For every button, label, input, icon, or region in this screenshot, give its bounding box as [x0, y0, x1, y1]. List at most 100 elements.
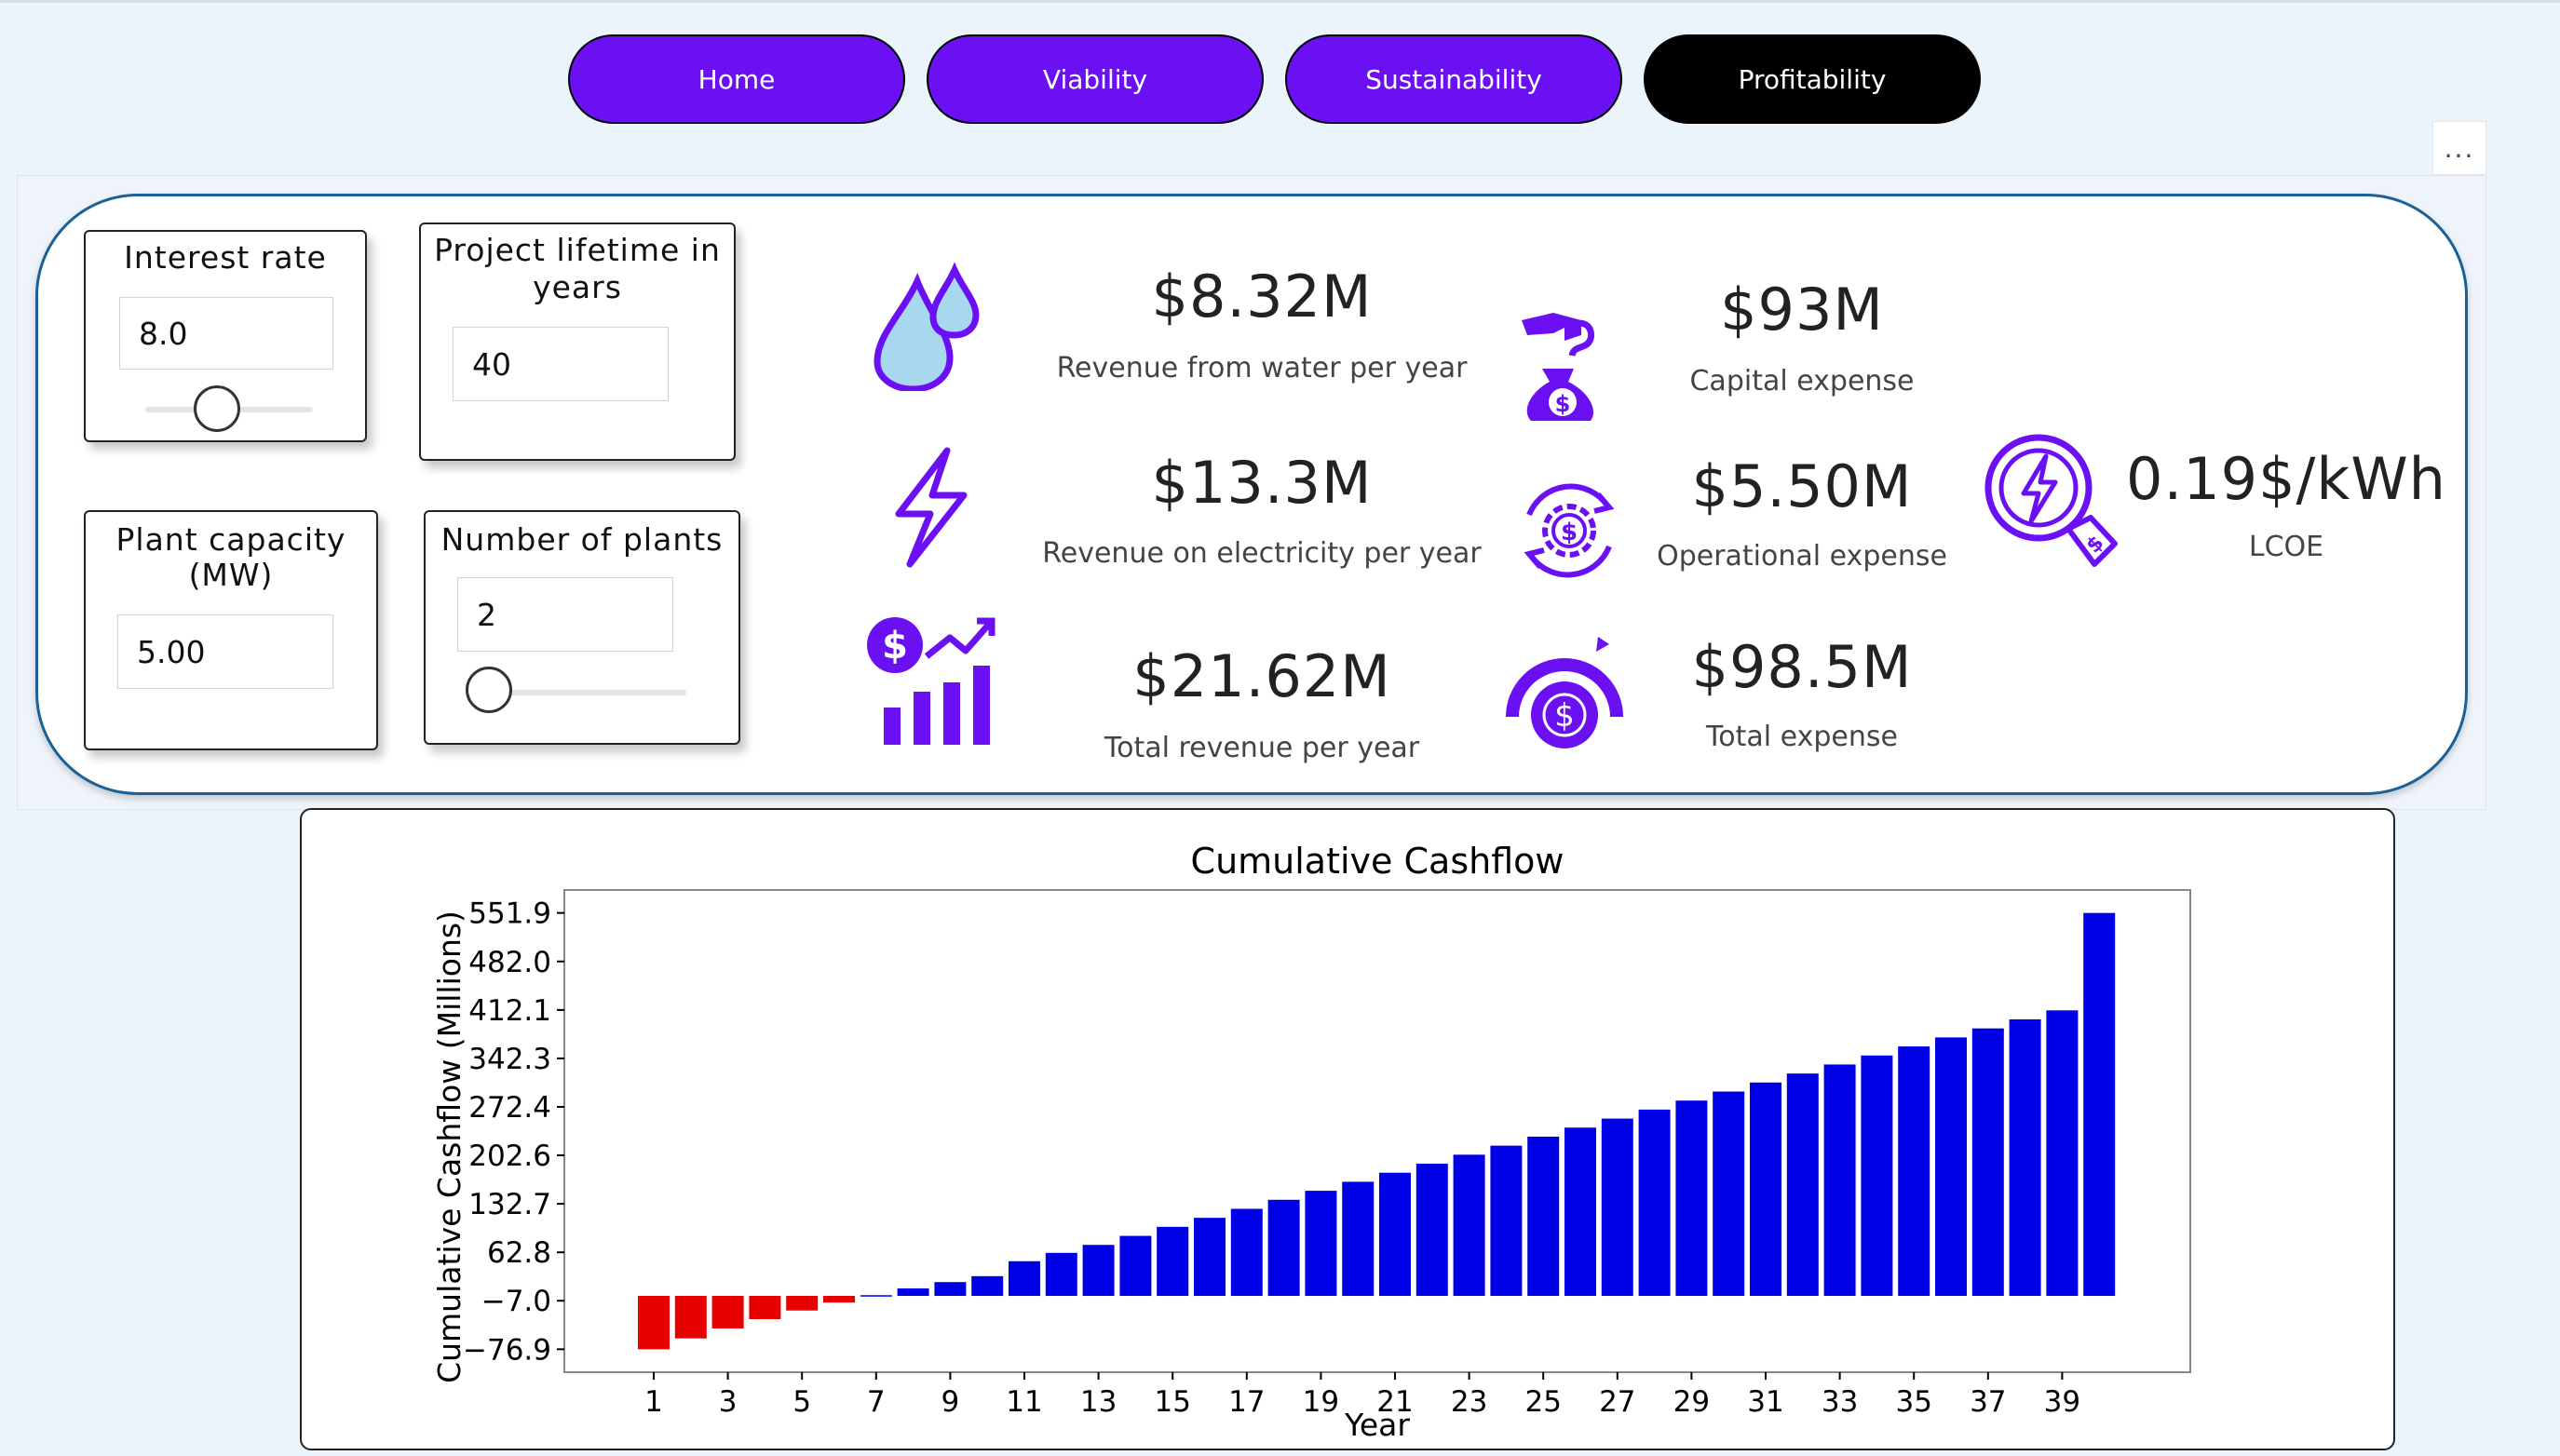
- lcoe-label: LCOE: [2248, 531, 2324, 563]
- cumulative-cashflow-chart: Cumulative Cashflow Cumulative Cashflow …: [431, 841, 2191, 1443]
- project-lifetime-title-line2: years: [533, 269, 622, 305]
- chart-x-tick-label: 33: [1822, 1385, 1858, 1419]
- number-of-plants-card: Number of plants 2: [424, 510, 740, 745]
- chart-x-tick-label: 3: [719, 1385, 738, 1419]
- gear-dollar-cycle-icon: $: [1509, 470, 1630, 595]
- chart-bar-year-9: [934, 1282, 967, 1297]
- chart-bar-year-22: [1415, 1164, 1448, 1297]
- chart-bar-year-17: [1230, 1208, 1263, 1297]
- chart-x-tick-label: 13: [1080, 1385, 1117, 1419]
- chart-x-tick-label: 7: [867, 1385, 886, 1419]
- chart-bar-year-40: [2083, 912, 2116, 1297]
- chart-bar-year-29: [1675, 1100, 1708, 1297]
- chart-x-tick-label: 27: [1599, 1385, 1635, 1419]
- chart-y-tick-label: −76.9: [463, 1333, 551, 1367]
- chart-x-tick-label: 15: [1154, 1385, 1190, 1419]
- chart-bar-year-13: [1082, 1245, 1115, 1297]
- chart-x-tick-label: 31: [1747, 1385, 1783, 1419]
- chart-bar-year-5: [786, 1296, 819, 1311]
- chart-bar-year-16: [1194, 1218, 1226, 1297]
- energy-price-tag-icon: $: [1979, 428, 2119, 581]
- chart-bar-year-31: [1750, 1082, 1781, 1297]
- project-lifetime-title: Project lifetime in: [434, 232, 721, 268]
- top-divider: [0, 0, 2560, 3]
- chart-y-tick-label: 132.7: [468, 1188, 551, 1221]
- chart-x-tick-label: 17: [1228, 1385, 1265, 1419]
- chart-y-tick-label: 62.8: [487, 1236, 551, 1270]
- total-expense-label: Total expense: [1706, 721, 1898, 753]
- revenue-electricity-value: $13.3M: [1151, 449, 1373, 517]
- chart-bar-year-11: [1009, 1261, 1040, 1297]
- svg-text:$: $: [882, 625, 908, 667]
- chart-bar-year-28: [1638, 1109, 1671, 1297]
- project-lifetime-input[interactable]: 40: [453, 327, 669, 401]
- plant-capacity-title: Plant capacity: [115, 521, 346, 558]
- chart-y-axis-label: Cumulative Cashflow (Millions): [431, 910, 467, 1383]
- operational-expense-value: $5.50M: [1691, 452, 1913, 520]
- chart-bar-year-7: [860, 1295, 892, 1297]
- chart-bar-year-24: [1490, 1145, 1523, 1297]
- nav-sustainability-button[interactable]: Sustainability: [1285, 34, 1622, 124]
- nav-home-button[interactable]: Home: [568, 34, 905, 124]
- chart-bar-year-4: [749, 1296, 781, 1319]
- chart-bar-year-38: [2009, 1019, 2041, 1297]
- operational-expense-label: Operational expense: [1657, 540, 1947, 573]
- chart-bar-year-26: [1564, 1127, 1596, 1297]
- chart-bar-year-27: [1601, 1118, 1633, 1297]
- chart-y-tick-label: 202.6: [468, 1139, 551, 1173]
- chart-x-tick-label: 11: [1006, 1385, 1042, 1419]
- chart-bar-year-21: [1379, 1172, 1411, 1297]
- number-of-plants-input[interactable]: 2: [457, 577, 673, 652]
- chart-x-tick-label: 35: [1895, 1385, 1931, 1419]
- chart-bar-year-32: [1786, 1073, 1819, 1297]
- chart-x-tick-label: 5: [792, 1385, 811, 1419]
- chart-bar-year-8: [897, 1287, 929, 1297]
- svg-text:$: $: [1555, 391, 1571, 417]
- chart-bar-year-18: [1267, 1199, 1300, 1297]
- plant-capacity-title-line2: (MW): [188, 557, 274, 593]
- chart-x-tick-label: 29: [1673, 1385, 1710, 1419]
- interest-rate-slider-thumb[interactable]: [194, 385, 240, 432]
- plant-capacity-input[interactable]: 5.00: [117, 614, 333, 689]
- total-revenue-value: $21.62M: [1132, 642, 1391, 710]
- chart-bar-year-33: [1823, 1064, 1856, 1297]
- chart-x-tick-label: 37: [1970, 1385, 2006, 1419]
- revenue-electricity-label: Revenue on electricity per year: [1042, 537, 1482, 570]
- chart-bar-year-10: [971, 1275, 1004, 1297]
- nav-viability-button[interactable]: Viability: [927, 34, 1264, 124]
- dollar-gauge-icon: $: [1499, 633, 1630, 758]
- chart-bar-year-6: [823, 1296, 855, 1303]
- chart-x-tick-label: 39: [2044, 1385, 2080, 1419]
- chart-bar-year-25: [1527, 1136, 1560, 1297]
- chart-bar-year-2: [674, 1296, 707, 1339]
- cumulative-cashflow-chart-card: Cumulative Cashflow Cumulative Cashflow …: [300, 808, 2395, 1450]
- chart-bar-year-36: [1935, 1037, 1967, 1297]
- nav-profitability-button[interactable]: Profitability: [1644, 34, 1981, 124]
- capital-expense-label: Capital expense: [1689, 365, 1915, 398]
- chart-x-tick-label: 1: [644, 1385, 663, 1419]
- water-drops-icon: [866, 261, 987, 395]
- chart-y-tick-label: 342.3: [468, 1043, 551, 1076]
- chart-bar-year-37: [1971, 1028, 2004, 1297]
- interest-rate-input[interactable]: 8.0: [119, 297, 333, 370]
- chart-x-tick-label: 9: [941, 1385, 960, 1419]
- chart-bar-year-1: [638, 1296, 670, 1350]
- chart-bar-year-34: [1861, 1055, 1893, 1297]
- chart-x-tick-label: 25: [1524, 1385, 1561, 1419]
- project-lifetime-card: Project lifetime in years 40: [419, 222, 736, 461]
- total-expense-value: $98.5M: [1691, 633, 1913, 701]
- chart-bar-year-14: [1119, 1235, 1152, 1297]
- number-of-plants-slider-thumb[interactable]: [466, 667, 512, 713]
- interest-rate-card: Interest rate 8.0: [84, 230, 367, 442]
- chart-bar-year-23: [1453, 1154, 1485, 1297]
- chart-y-tick-label: 272.4: [468, 1091, 551, 1125]
- plant-capacity-card: Plant capacity (MW) 5.00: [84, 510, 378, 750]
- lcoe-value: 0.19$/kWh: [2126, 445, 2446, 513]
- total-revenue-label: Total revenue per year: [1104, 732, 1420, 764]
- chart-bar-year-30: [1713, 1091, 1745, 1297]
- more-options-button[interactable]: ...: [2432, 121, 2486, 175]
- chart-x-tick-label: 23: [1451, 1385, 1487, 1419]
- chart-y-tick-label: 482.0: [468, 946, 551, 979]
- interest-rate-title: Interest rate: [124, 239, 327, 276]
- chart-bar-year-39: [2046, 1010, 2079, 1297]
